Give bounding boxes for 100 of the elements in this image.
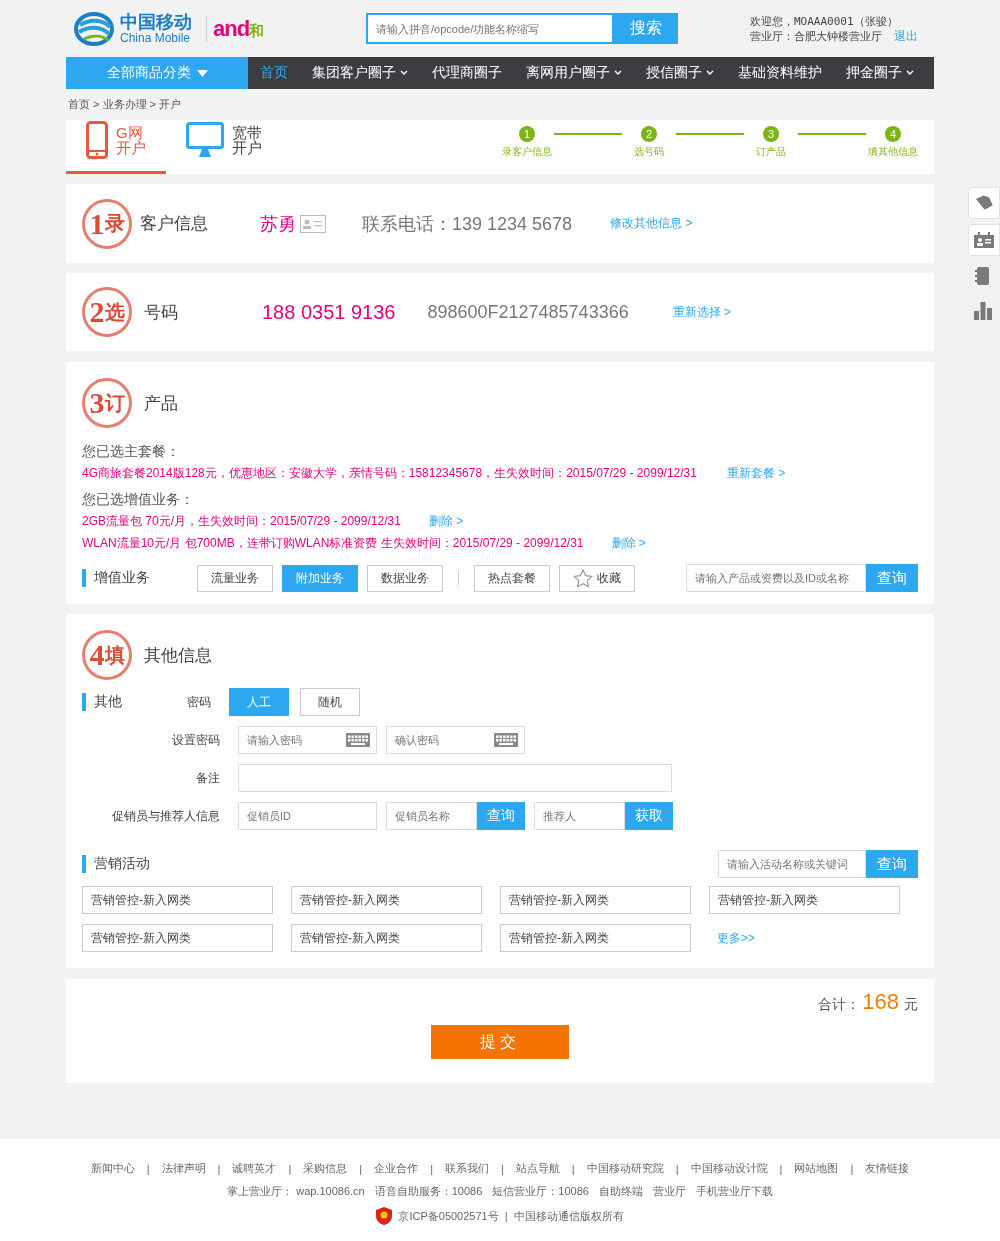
password-field[interactable]: 确认密码: [386, 726, 525, 754]
nav-item[interactable]: 首页: [252, 64, 296, 82]
footer-link[interactable]: 网站地图: [794, 1161, 839, 1176]
group-title: 营销活动: [82, 855, 150, 873]
remark-field[interactable]: [238, 764, 672, 792]
id-card-icon: [300, 214, 326, 233]
total-label: 合计：: [818, 996, 861, 1014]
separator-text: |: [288, 1162, 292, 1175]
activity-item[interactable]: 营销管控-新入网类: [500, 924, 691, 952]
footer-link[interactable]: 采购信息: [303, 1161, 348, 1176]
filter-tab[interactable]: 流量业务: [197, 564, 273, 592]
separator-text: |: [504, 1210, 508, 1222]
step-number: 2: [641, 125, 657, 142]
service-text: 2GB流量包 70元/月，生失效时间：2015/07/29 - 2099/12/31: [82, 513, 401, 530]
footer-link[interactable]: 掌上营业厅： wap.10086.cn: [227, 1184, 365, 1199]
separator-text: |: [146, 1162, 150, 1175]
separator-text: |: [501, 1162, 504, 1175]
breadcrumb: 首页 > 业务办理 > 开户: [67, 97, 183, 112]
nav-item[interactable]: 授信圈子: [638, 64, 722, 82]
nav-item[interactable]: 代理商圈子: [424, 64, 510, 82]
footer-link[interactable]: 站点导航: [515, 1161, 560, 1176]
separator-text: |: [359, 1162, 363, 1175]
hall-text: 营业厅：合肥大钟楼营业厅: [750, 28, 882, 44]
copyright-text: 中国移动通信版权所有: [513, 1208, 624, 1224]
footer-link[interactable]: 营业厅: [652, 1184, 686, 1199]
keyboard-icon[interactable]: [346, 733, 370, 747]
separator-text: |: [217, 1162, 221, 1175]
separator-text: |: [850, 1162, 854, 1175]
password-option[interactable]: 随机: [300, 688, 360, 716]
footer-link[interactable]: 自助终端: [598, 1184, 643, 1199]
activity-item[interactable]: 营销管控-新入网类: [291, 924, 482, 952]
step-label: 录客户信息: [502, 144, 552, 159]
emblem-icon: [376, 1207, 393, 1225]
step-stamp: 2选: [82, 287, 132, 337]
field-label: 备注: [195, 769, 221, 787]
filter-tab[interactable]: 数据业务: [367, 564, 443, 592]
nav-item[interactable]: 押金圈子: [838, 64, 922, 82]
section-title: 产品: [144, 392, 178, 415]
nav-item[interactable]: 基础资料维护: [730, 64, 830, 82]
step-label: 订产品: [756, 144, 786, 159]
sub-brand-logo: and和: [206, 15, 265, 42]
activity-item[interactable]: 营销管控-新入网类: [82, 886, 273, 914]
mode-tab[interactable]: 宽带 开户: [166, 115, 282, 174]
activity-item[interactable]: 营销管控-新入网类: [500, 886, 691, 914]
separator-text: |: [675, 1162, 679, 1175]
product-search-field[interactable]: 请输入产品或资费以及ID或名称: [686, 564, 866, 592]
password-field[interactable]: 请输入密码: [238, 726, 377, 754]
field-label: 促销员与推荐人信息: [111, 807, 221, 825]
step-stamp: 3订: [82, 378, 132, 428]
star-icon: [573, 568, 593, 588]
step-label: 选号码: [634, 144, 664, 159]
step-number: 3: [763, 125, 779, 142]
section-title: 客户信息: [140, 213, 208, 235]
nav-item[interactable]: 集团客户圈子: [304, 64, 416, 82]
text-field[interactable]: 推荐人: [534, 802, 625, 830]
footer-link[interactable]: 联系我们: [445, 1161, 489, 1176]
footer-link[interactable]: 手机营业厅下载: [695, 1184, 773, 1199]
activity-search-field[interactable]: 请输入活动名称或关键词: [718, 850, 866, 878]
footer-link[interactable]: 新闻中心: [90, 1161, 135, 1176]
footer-link[interactable]: 短信营业厅：10086: [492, 1184, 589, 1199]
activity-item[interactable]: 营销管控-新入网类: [82, 924, 273, 952]
filter-tab[interactable]: 热点套餐: [474, 564, 550, 592]
separator-text: |: [430, 1162, 433, 1175]
activity-item[interactable]: 营销管控-新入网类: [709, 886, 900, 914]
footer-link[interactable]: 法律声明: [161, 1161, 206, 1176]
field-label: 设置密码: [171, 731, 221, 749]
keyboard-icon[interactable]: [494, 733, 518, 747]
step-label: 填其他信息: [868, 144, 918, 159]
tag-icon[interactable]: [968, 187, 1000, 219]
promoter-id-field[interactable]: 促销员ID: [238, 802, 377, 830]
separator-text: |: [571, 1162, 575, 1175]
footer-link[interactable]: 友情链接: [865, 1161, 910, 1176]
footer-link[interactable]: 中国移动研究院: [586, 1161, 664, 1176]
footer-link[interactable]: 诚聘英才: [232, 1161, 277, 1176]
id-card-icon[interactable]: [968, 224, 1000, 256]
field-label: 密码: [187, 693, 211, 711]
section-label: 您已选主套餐：: [82, 442, 181, 461]
filter-tab[interactable]: 收藏: [559, 564, 635, 592]
phone-icon: [86, 121, 108, 159]
logo-icon: [74, 10, 114, 47]
dropdown-icon: [196, 69, 208, 77]
sim-number: 898600F2127485743366: [427, 301, 629, 323]
search-field[interactable]: 请输入拼音/opcode/功能名称缩写: [366, 13, 615, 44]
footer-link[interactable]: 中国移动设计院: [690, 1161, 768, 1176]
activity-item[interactable]: 营销管控-新入网类: [291, 886, 482, 914]
group-title: 其他: [82, 693, 122, 711]
currency-unit: 元: [904, 996, 918, 1014]
footer-link[interactable]: 语音自助服务：10086: [374, 1184, 483, 1199]
plan-text: 4G商旅套餐2014版128元，优惠地区：安徽大学，亲情号码：15812345678，生失效时间：2015/07/29 - 2099/12/31: [82, 465, 697, 482]
footer-link[interactable]: 企业合作: [374, 1161, 419, 1176]
phone-number: 188 0351 9136: [262, 300, 396, 324]
text-field[interactable]: 促销员名称: [386, 802, 477, 830]
nav-item[interactable]: 离网用户圈子: [518, 64, 630, 82]
welcome-text: 欢迎您，MOAAA0001（张骏）: [750, 13, 899, 29]
mode-tab[interactable]: G网 开户: [66, 115, 166, 174]
step-stamp: 4填: [82, 630, 132, 680]
icp-text: 京ICP备05002571号: [398, 1208, 499, 1224]
phone-text: 联系电话：139 1234 5678: [362, 212, 573, 236]
total-amount: 168: [862, 989, 899, 1015]
separator-text: |: [779, 1162, 783, 1175]
